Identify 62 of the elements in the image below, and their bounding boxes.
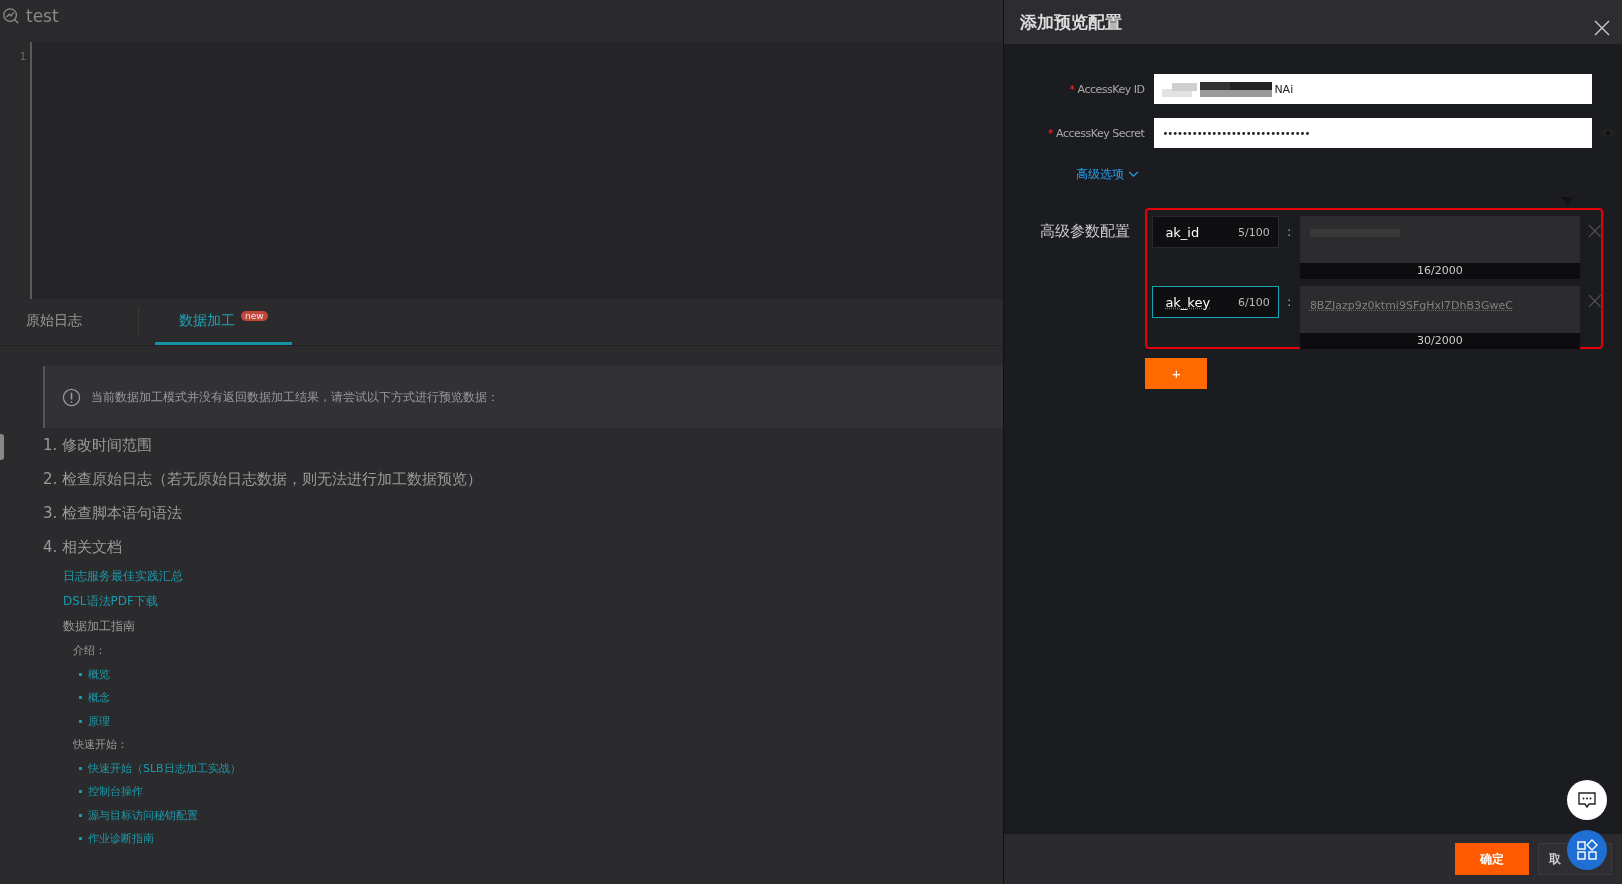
tab[interactable]: 数据加工 new (155, 299, 292, 345)
section-label: 高级参数配置 (1039, 221, 1132, 242)
value-field[interactable] (1299, 216, 1580, 263)
key-field[interactable]: ak_id 5/100 (1152, 216, 1279, 248)
bullet-icon (79, 813, 82, 817)
input-field[interactable]: •••••••••••••••••••••••••••••• (1154, 118, 1593, 148)
apps-icon (1576, 839, 1598, 861)
bullet-icon (79, 790, 82, 794)
chat-icon (1577, 791, 1597, 809)
chart-search-icon (2, 7, 20, 25)
password-value: •••••••••••••••••••••••••••••• (1162, 127, 1310, 139)
key-value: ak_key (1165, 294, 1211, 310)
doc-heading: 数据加工指南 (63, 618, 135, 635)
doc-link[interactable]: 快速开始（SLB日志加工实战） (88, 760, 241, 776)
drawer-title: 添加预览配置 (1020, 10, 1123, 34)
step-item: 1. 修改时间范围 (43, 435, 154, 456)
input-field[interactable]: NAi (1154, 74, 1593, 104)
info-icon (62, 387, 81, 407)
char-count: 6/100 (1237, 295, 1270, 309)
doc-link[interactable]: DSL语法PDF下载 (63, 593, 158, 610)
advanced-options-toggle[interactable]: 高级选项 (1076, 162, 1622, 186)
key-value: ak_id (1165, 224, 1200, 240)
step-item: 2. 检查原始日志（若无原始日志数据，则无法进行加工数据预览） (43, 469, 484, 490)
bullet-icon (79, 837, 82, 841)
doc-link[interactable]: 作业诊断指南 (88, 831, 154, 847)
remove-icon[interactable] (1587, 294, 1602, 308)
add-button[interactable]: + (1145, 358, 1208, 389)
confirm-button[interactable]: 确定 (1455, 843, 1529, 875)
field-label: * AccessKey ID (1068, 82, 1146, 96)
tab[interactable]: 原始日志 (14, 299, 94, 345)
separator: : (1286, 293, 1293, 311)
bullet-icon (79, 672, 82, 676)
char-count: 16/2000 (1299, 263, 1580, 279)
chevron-down-icon (1128, 170, 1140, 178)
remove-icon[interactable] (1587, 224, 1602, 238)
separator: : (1286, 223, 1293, 241)
char-count: 30/2000 (1299, 333, 1580, 349)
doc-link[interactable]: 控制台操作 (88, 784, 143, 800)
field-value: NAi (1274, 82, 1294, 96)
new-badge: new (241, 310, 268, 321)
line-number: 1 (19, 50, 26, 63)
bullet-icon (79, 696, 82, 700)
doc-link[interactable]: 概念 (88, 690, 110, 706)
value-field[interactable]: 8BZJazp9z0ktmi9SFgHxl7DhB3GweC (1299, 286, 1580, 333)
doc-link[interactable]: 源与目标访问秘钥配置 (88, 807, 198, 823)
step-item: 3. 检查脚本语句语法 (43, 503, 184, 524)
side-handle[interactable] (0, 434, 4, 460)
step-item: 4. 相关文档 (43, 537, 124, 558)
doc-link[interactable]: 概览 (88, 666, 110, 682)
field-label: * AccessKey Secret (1047, 126, 1146, 140)
chat-button[interactable] (1567, 780, 1607, 820)
key-field[interactable]: ak_key 6/100 (1152, 286, 1279, 318)
char-count: 5/100 (1237, 225, 1270, 239)
doc-subheading: 介绍： (73, 643, 106, 659)
bullet-icon (79, 766, 82, 770)
notice-text: 当前数据加工模式并没有返回数据加工结果，请尝试以下方式进行预览数据： (91, 388, 499, 406)
doc-link[interactable]: 日志服务最佳实践汇总 (63, 568, 183, 585)
doc-subheading: 快速开始： (73, 737, 128, 753)
doc-link[interactable]: 原理 (88, 713, 110, 729)
app-title: test (26, 6, 59, 26)
close-icon[interactable] (1594, 20, 1610, 36)
bullet-icon (79, 719, 82, 723)
